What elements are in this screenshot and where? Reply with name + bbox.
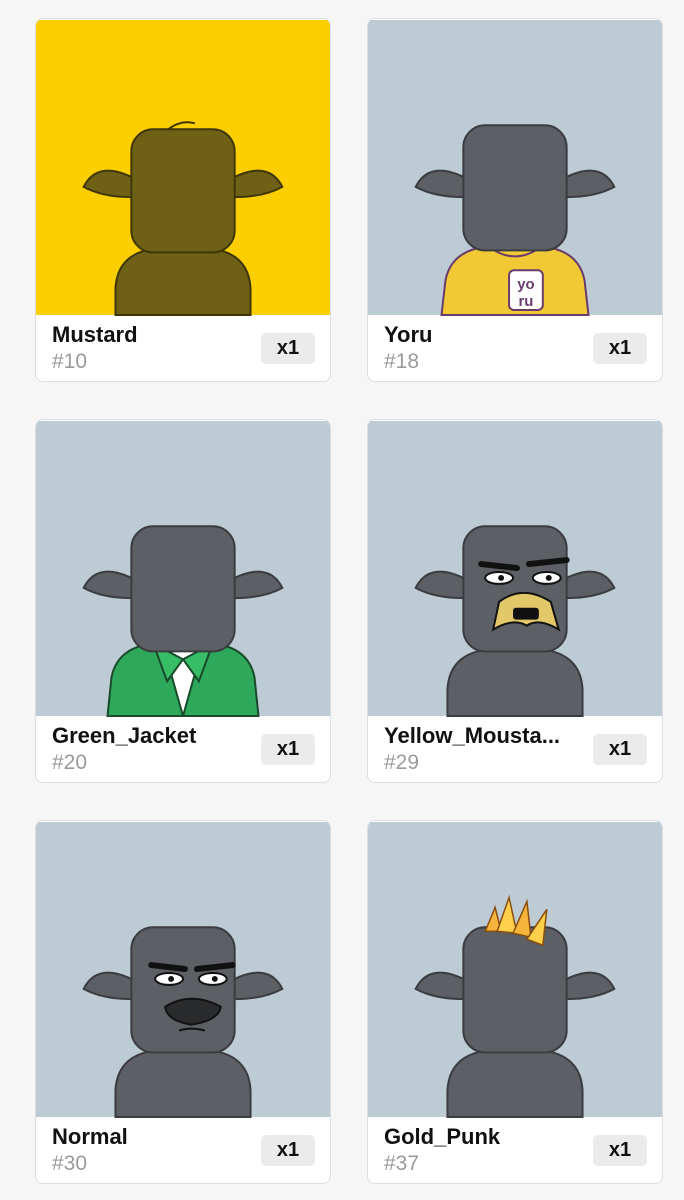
card-footer: Gold_Punk #37 x1	[368, 1118, 662, 1183]
trait-name: Yoru	[384, 322, 433, 347]
trait-image	[36, 19, 330, 316]
trait-number: #18	[384, 350, 420, 373]
trait-image: yo ru	[368, 19, 662, 316]
trait-number: #30	[52, 1152, 88, 1175]
trait-card-green-jacket[interactable]: Green_Jacket #20 x1	[35, 419, 331, 783]
trait-number: #20	[52, 751, 88, 774]
trait-card-yoru[interactable]: yo ru Yoru #18 x1	[367, 18, 663, 382]
trait-card-normal[interactable]: Normal #30 x1	[35, 820, 331, 1184]
svg-text:ru: ru	[518, 294, 533, 310]
trait-name: Normal	[52, 1124, 128, 1149]
card-footer: Yoru #18 x1	[368, 316, 662, 381]
trait-name: Green_Jacket	[52, 723, 197, 748]
quantity-badge: x1	[261, 333, 315, 364]
svg-text:yo: yo	[517, 277, 534, 293]
quantity-badge: x1	[593, 1135, 647, 1166]
quantity-badge: x1	[261, 1135, 315, 1166]
trait-name: Mustard	[52, 322, 138, 347]
trait-image	[368, 420, 662, 717]
quantity-badge: x1	[261, 734, 315, 765]
trait-name: Gold_Punk	[384, 1124, 501, 1149]
quantity-badge: x1	[593, 734, 647, 765]
card-footer: Green_Jacket #20 x1	[36, 717, 330, 782]
trait-card-yellow-moustache[interactable]: Yellow_Mousta... #29 x1	[367, 419, 663, 783]
trait-number: #29	[384, 751, 420, 774]
trait-number: #37	[384, 1152, 420, 1175]
trait-card-gold-punk[interactable]: Gold_Punk #37 x1	[367, 820, 663, 1184]
trait-number: #10	[52, 350, 88, 373]
trait-name: Yellow_Mousta...	[384, 723, 561, 748]
quantity-badge: x1	[593, 333, 647, 364]
trait-image	[368, 821, 662, 1118]
trait-image	[36, 420, 330, 717]
trait-grid: Mustard #10 x1 yo ru Yoru #18 x1 Green_J…	[0, 0, 684, 1200]
card-footer: Mustard #10 x1	[36, 316, 330, 381]
trait-card-mustard[interactable]: Mustard #10 x1	[35, 18, 331, 382]
card-footer: Yellow_Mousta... #29 x1	[368, 717, 662, 782]
card-footer: Normal #30 x1	[36, 1118, 330, 1183]
trait-image	[36, 821, 330, 1118]
